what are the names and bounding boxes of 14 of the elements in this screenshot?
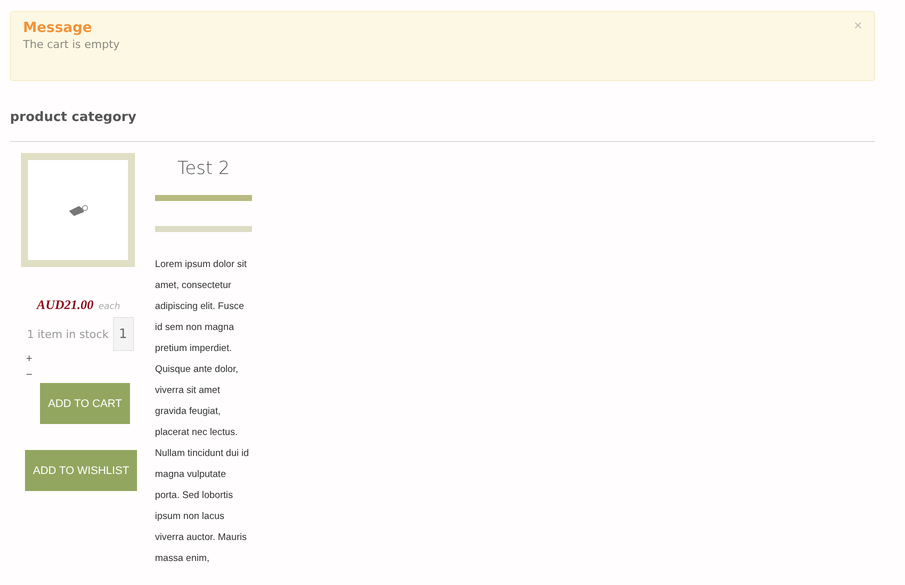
category-title: product category — [10, 109, 875, 142]
product-name: Test 2 — [176, 157, 231, 181]
price-unit: each — [98, 302, 120, 312]
product-price: AUD21.00 — [36, 297, 94, 313]
message-title: Message — [23, 19, 92, 37]
add-to-wishlist-button[interactable]: ADD TO WISHLIST — [25, 450, 138, 491]
increase-button[interactable]: + — [26, 351, 36, 367]
add-to-cart-button[interactable]: ADD TO CART — [40, 383, 130, 424]
quantity-field[interactable]: 1 — [112, 317, 134, 351]
product-description: Lorem ipsum dolor sit amet, consectetur adipiscing elit. Fusce id sem non magna pretium imperdiet. Quisque ante dolor, viverra sit amet gravida feugiat, placerat nec lectus. Nullam tincidunt dui id magna vulputate porta. Sed lobortis ipsum non lacus viverra auctor. Mauris massa enim, — [155, 258, 250, 566]
decrease-button[interactable]: − — [26, 367, 36, 383]
message-text: The cart is empty — [23, 37, 120, 53]
tag-icon — [67, 203, 89, 217]
stock-text: 1 item in stock — [27, 328, 109, 340]
